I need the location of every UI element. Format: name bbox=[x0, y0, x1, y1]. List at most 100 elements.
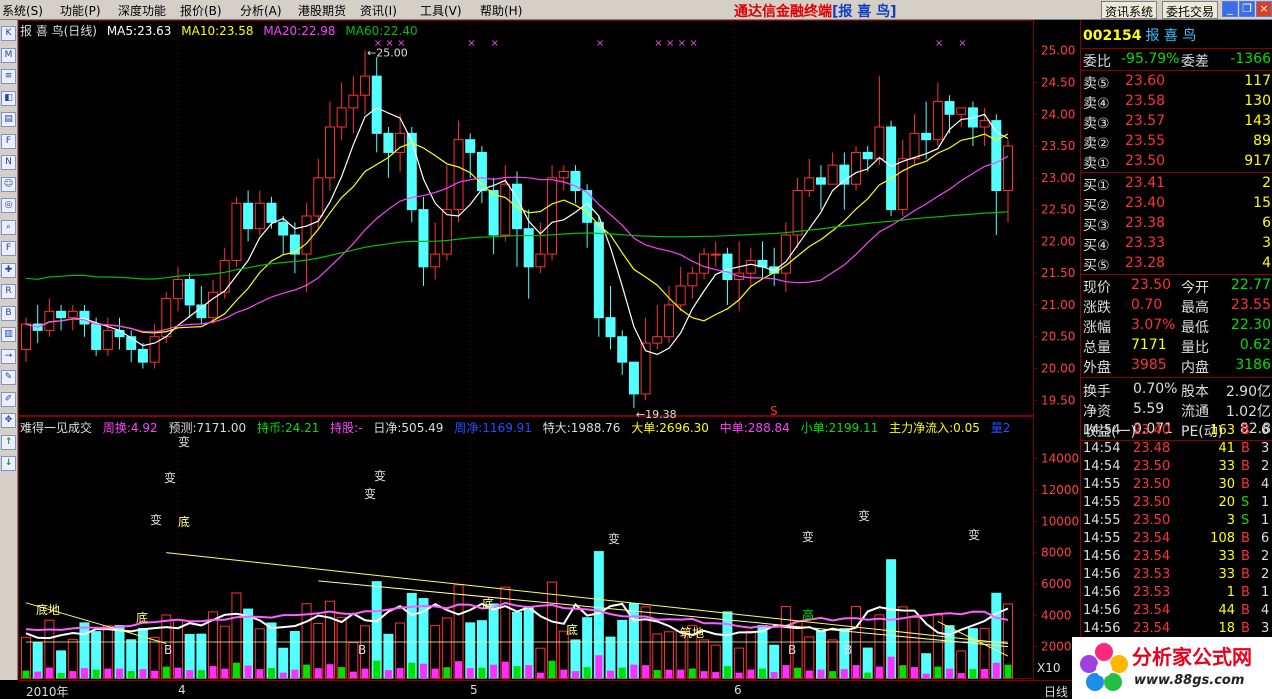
candle-body bbox=[605, 317, 616, 338]
menu-function[interactable]: 功能(P) bbox=[60, 2, 101, 19]
ask-row: 卖③ 23.57 143 bbox=[1081, 112, 1272, 132]
news-icon[interactable]: N bbox=[1, 155, 16, 170]
sub-zhongdan: 中单:288.84 bbox=[719, 421, 790, 435]
axis-year: 2010年 bbox=[26, 685, 69, 699]
watermark-title: 分析家公式网 bbox=[1132, 645, 1252, 669]
down-arrow-icon[interactable]: ↓ bbox=[1, 456, 16, 471]
ask-label: 卖④ bbox=[1083, 96, 1110, 112]
volume-flow-bar bbox=[45, 667, 53, 678]
minute-chart-icon[interactable]: M bbox=[1, 47, 16, 63]
candle-body bbox=[488, 190, 499, 236]
search-icon[interactable]: ⌕ bbox=[1, 219, 16, 235]
menu-system[interactable]: 系统(S) bbox=[2, 2, 43, 19]
tick-time: 14:55 bbox=[1083, 477, 1121, 492]
rsi-icon[interactable]: R bbox=[1, 284, 16, 299]
candle-body bbox=[266, 202, 277, 223]
pencil-icon[interactable]: ✐ bbox=[1, 391, 16, 407]
ask-price: 23.57 bbox=[1125, 113, 1166, 129]
menu-deep-function[interactable]: 深度功能 bbox=[118, 2, 166, 19]
menu-tools[interactable]: 工具(V) bbox=[420, 2, 462, 19]
signal-x-marker: × bbox=[385, 38, 393, 49]
bid-price: 23.33 bbox=[1125, 235, 1166, 251]
signal-x-marker: × bbox=[654, 38, 662, 49]
candle-body bbox=[79, 310, 90, 325]
tick-time: 14:56 bbox=[1083, 549, 1121, 564]
user-group-icon[interactable]: ☺ bbox=[1, 176, 16, 192]
volume-flow-bar bbox=[969, 669, 977, 678]
weibi-value: -95.79% bbox=[1121, 51, 1180, 67]
menu-quote[interactable]: 报价(B) bbox=[180, 2, 222, 19]
tick-volume: 108 bbox=[1210, 531, 1235, 546]
restore-icon[interactable]: ❐ bbox=[1239, 1, 1255, 17]
arrow-right-icon[interactable]: → bbox=[1, 348, 16, 364]
sub-xiaodan: 小单:2199.11 bbox=[800, 421, 879, 435]
volume-flow-bar bbox=[373, 660, 381, 678]
period-label[interactable]: 日线 bbox=[1044, 683, 1068, 699]
signal-di-di: 底地 bbox=[36, 602, 60, 617]
candle-body bbox=[44, 310, 55, 331]
ask-price: 23.60 bbox=[1125, 73, 1166, 89]
chart-icon[interactable]: ▥ bbox=[1, 327, 16, 342]
ask-label: 卖① bbox=[1083, 156, 1110, 172]
sector-icon[interactable]: ◧ bbox=[1, 90, 16, 106]
candle-body bbox=[453, 139, 464, 211]
move-icon[interactable]: ✥ bbox=[1, 413, 16, 428]
minimize-icon[interactable]: _ bbox=[1222, 1, 1238, 17]
f-icon[interactable]: F bbox=[1, 241, 16, 256]
watermark-logo: 分析家公式网 www.88gs.com bbox=[1072, 637, 1272, 699]
trade-order-button[interactable]: 委托交易 bbox=[1162, 1, 1219, 19]
volume-flow-bar bbox=[864, 672, 872, 678]
legend-ma60: MA60:22.40 bbox=[345, 24, 418, 38]
signal-bian: 变 bbox=[858, 508, 870, 523]
volume-flow-bar bbox=[268, 668, 275, 678]
tick-side: S bbox=[1241, 495, 1250, 510]
ask-row: 卖④ 23.58 130 bbox=[1081, 92, 1272, 112]
price-axis-label: 23.50 bbox=[1041, 139, 1075, 153]
menu-news[interactable]: 资讯(I) bbox=[360, 2, 397, 19]
candle-body bbox=[722, 253, 733, 281]
flower-logo-icon bbox=[1080, 643, 1128, 691]
bid-row: 买② 23.40 15 bbox=[1081, 194, 1272, 214]
bsi-icon[interactable]: B bbox=[1, 305, 16, 321]
menu-hk-futures[interactable]: 港股期货 bbox=[298, 2, 346, 19]
chart-area[interactable]: 25.00 24.50 24.00 23.50 23.00 22.50 22.00 21.50… bbox=[18, 20, 1080, 680]
quote-panel: 002154 报 喜 鸟 委比 -95.79% 委差 -1366 卖⑤ 23.60 1… bbox=[1080, 20, 1272, 699]
list-icon[interactable]: ≡ bbox=[1, 69, 16, 84]
menu-help[interactable]: 帮助(H) bbox=[480, 2, 522, 19]
k-chart-icon[interactable]: K bbox=[1, 26, 16, 41]
volume-flow-bar bbox=[1004, 664, 1012, 678]
report-icon[interactable]: ▤ bbox=[1, 112, 16, 127]
candle-body bbox=[792, 190, 803, 236]
volume-flow-bar bbox=[92, 669, 100, 678]
close-icon[interactable]: × bbox=[1256, 1, 1272, 17]
f10-icon[interactable]: F bbox=[1, 133, 16, 149]
ask-label: 卖③ bbox=[1083, 116, 1110, 132]
tick-side: B bbox=[1241, 423, 1250, 438]
stat-row: 现价 23.50 今开 22.77 bbox=[1081, 276, 1272, 296]
stat-value: 7171 bbox=[1131, 337, 1167, 353]
up-arrow-icon[interactable]: ↑ bbox=[1, 434, 16, 450]
weicha-label: 委差 bbox=[1181, 54, 1209, 70]
candle-body bbox=[114, 329, 125, 338]
note-icon[interactable]: ✎ bbox=[1, 370, 16, 385]
menu-analysis[interactable]: 分析(A) bbox=[240, 2, 282, 19]
sub-liang: 量2 bbox=[990, 421, 1011, 435]
volume-flow-bar bbox=[595, 655, 603, 678]
news-system-button[interactable]: 资讯系统 bbox=[1101, 1, 1158, 19]
stock-chart[interactable]: 25.00 24.50 24.00 23.50 23.00 22.50 22.00 21.50… bbox=[18, 20, 1080, 680]
legend-ma5: MA5:23.63 bbox=[106, 24, 172, 38]
cross-icon[interactable]: ✚ bbox=[1, 262, 16, 278]
volume-flow-bar bbox=[852, 665, 860, 678]
price-axis-label: 22.00 bbox=[1041, 234, 1075, 248]
globe-icon[interactable]: ◎ bbox=[1, 198, 16, 213]
s-signal-marker: S bbox=[770, 404, 778, 418]
volume-flow-bar bbox=[431, 668, 439, 678]
stat-value: 3186 bbox=[1235, 357, 1271, 373]
signal-x-marker: × bbox=[689, 38, 697, 49]
ask-label: 卖⑤ bbox=[1083, 76, 1110, 92]
signal-bian: 变 bbox=[802, 529, 814, 544]
volume-flow-bar bbox=[151, 670, 159, 678]
tick-price: 23.50 bbox=[1133, 513, 1171, 528]
bid-volume: 3 bbox=[1262, 235, 1271, 251]
tick-count: 2 bbox=[1261, 549, 1270, 564]
